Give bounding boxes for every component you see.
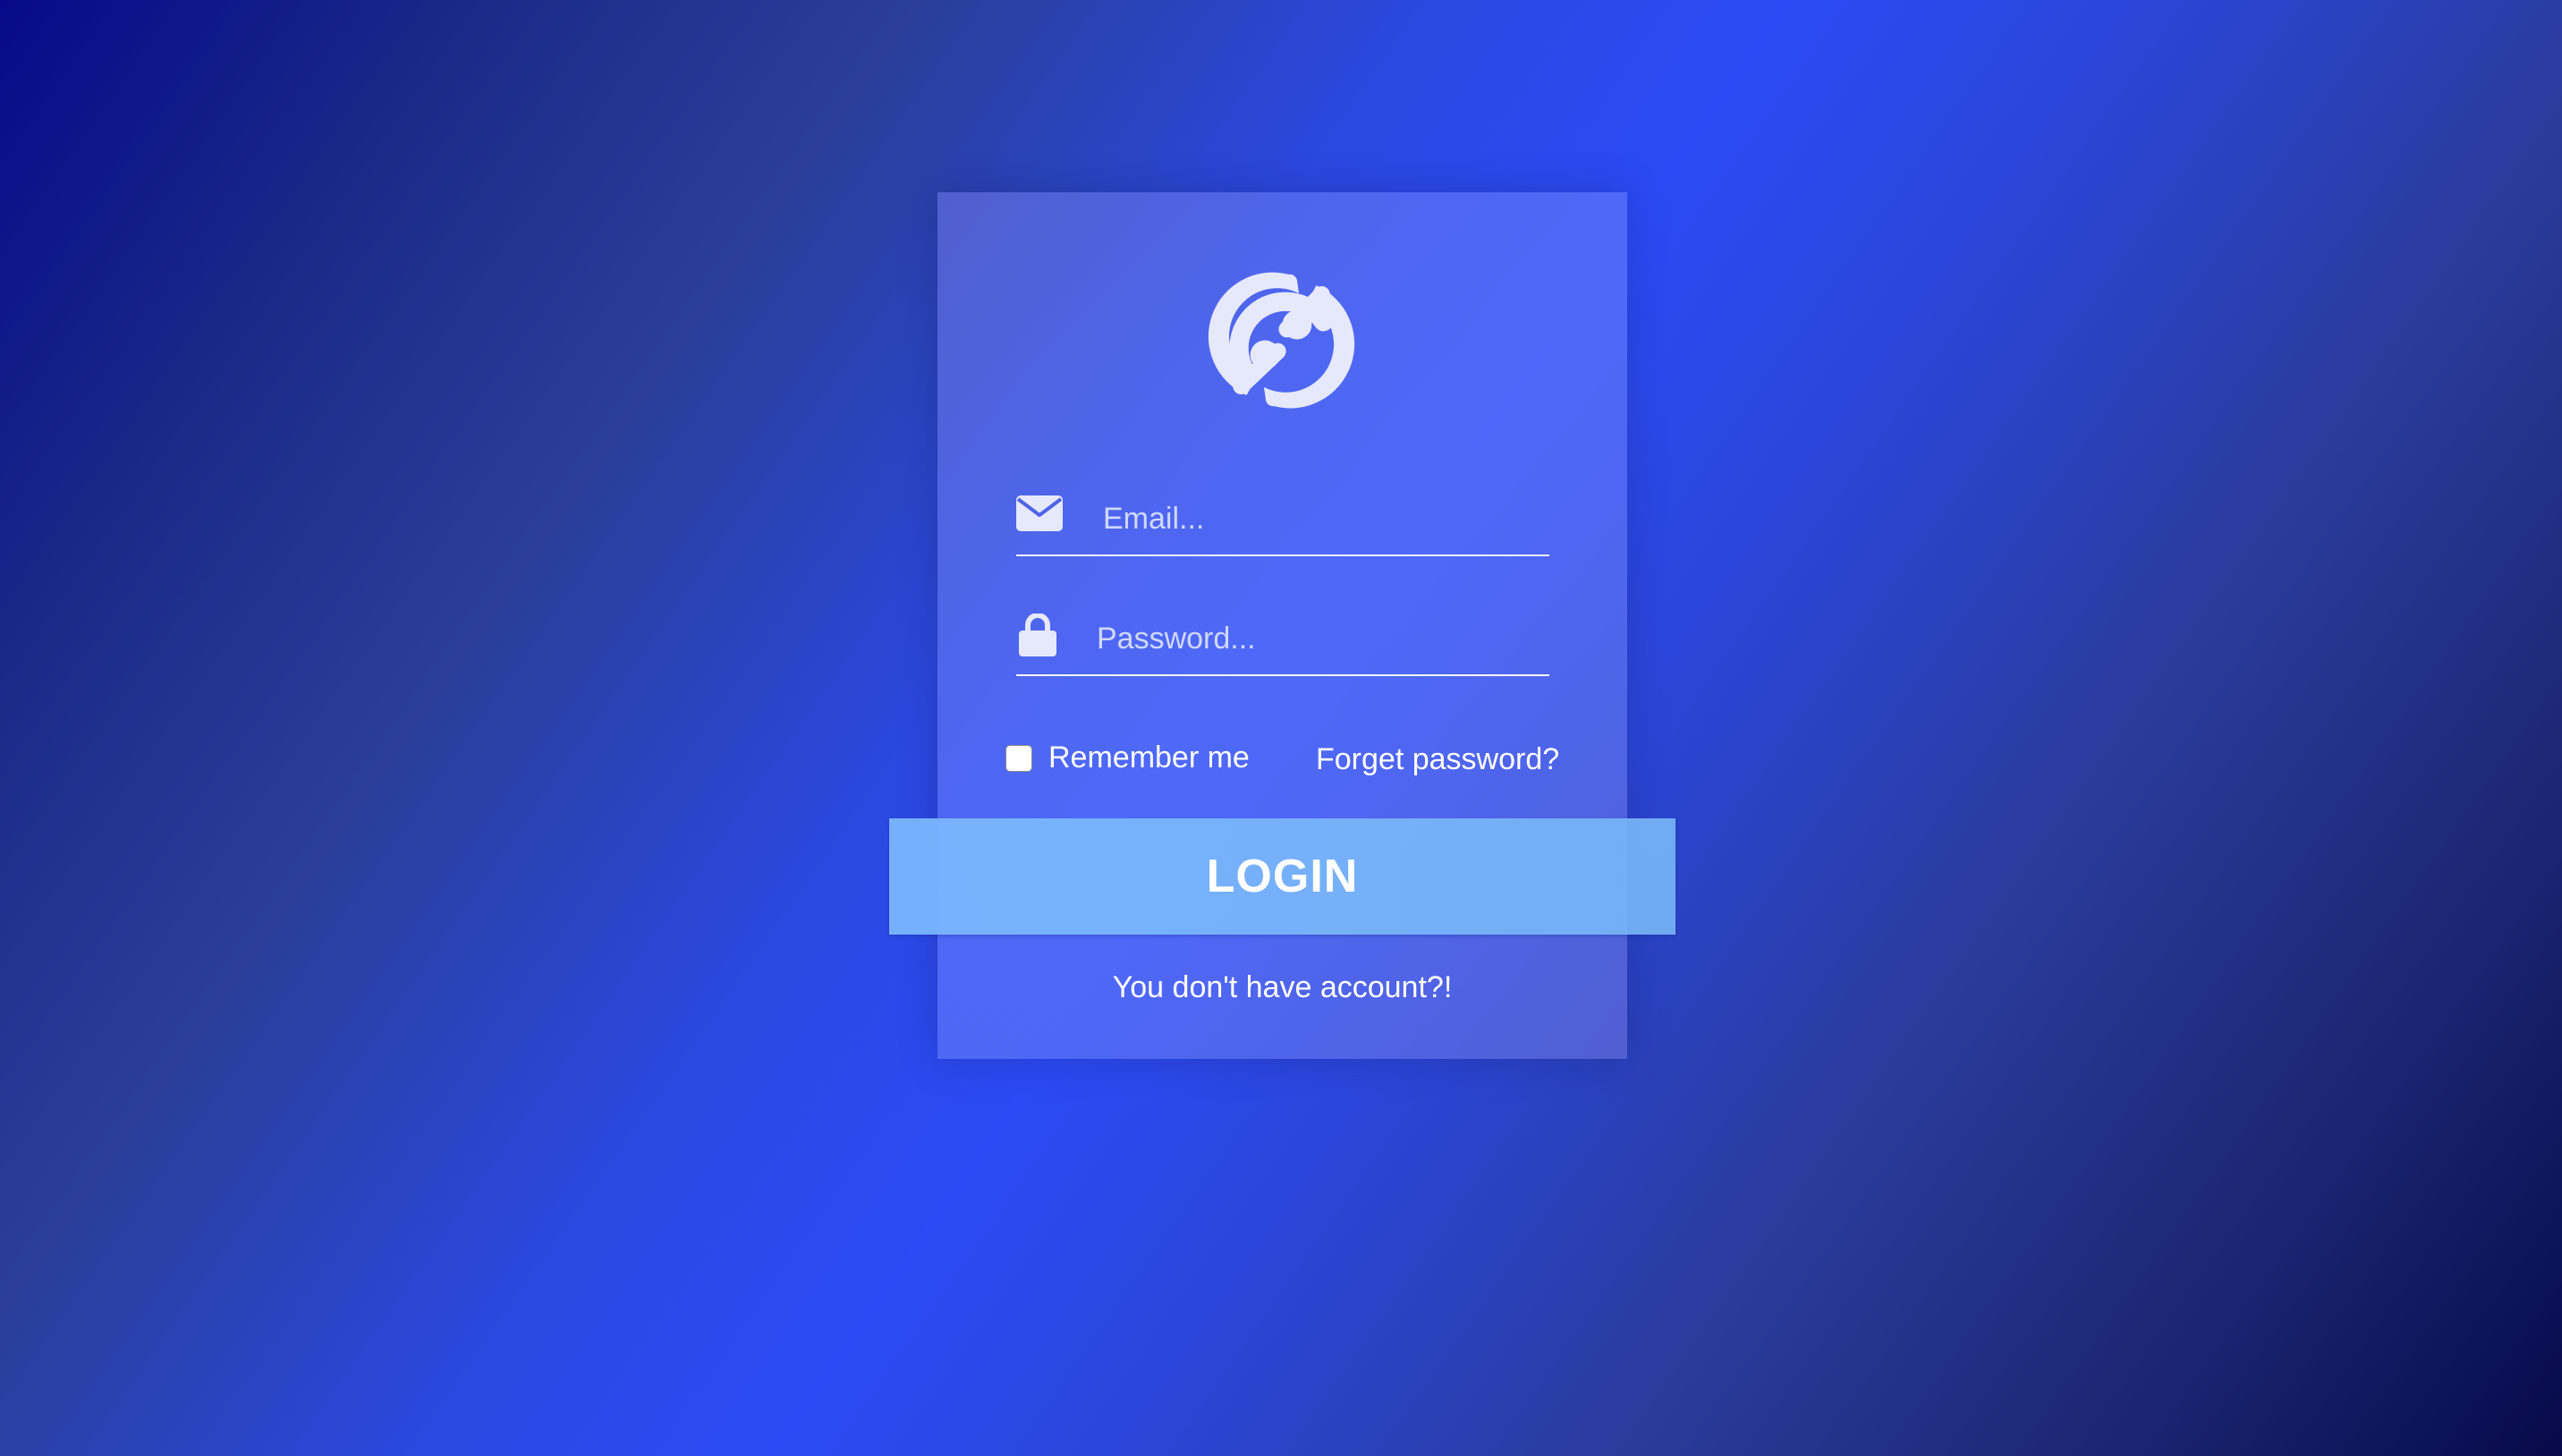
forget-password-link[interactable]: Forget password? xyxy=(1316,742,1559,777)
password-field[interactable] xyxy=(1016,614,1549,676)
login-button-label: LOGIN xyxy=(1206,851,1359,902)
remember-me[interactable]: Remember me xyxy=(1005,741,1250,775)
lock-icon xyxy=(1019,614,1056,656)
remember-me-checkbox[interactable] xyxy=(1005,744,1032,772)
sync-arrows-icon xyxy=(1208,272,1355,409)
email-input[interactable] xyxy=(1103,494,1532,544)
password-input[interactable] xyxy=(1097,614,1526,664)
envelope-icon xyxy=(1016,495,1063,531)
login-button[interactable]: LOGIN xyxy=(889,818,1675,935)
signup-link[interactable]: You don't have account?! xyxy=(937,970,1627,1005)
email-field[interactable] xyxy=(1016,492,1549,556)
remember-me-label: Remember me xyxy=(1048,741,1250,775)
